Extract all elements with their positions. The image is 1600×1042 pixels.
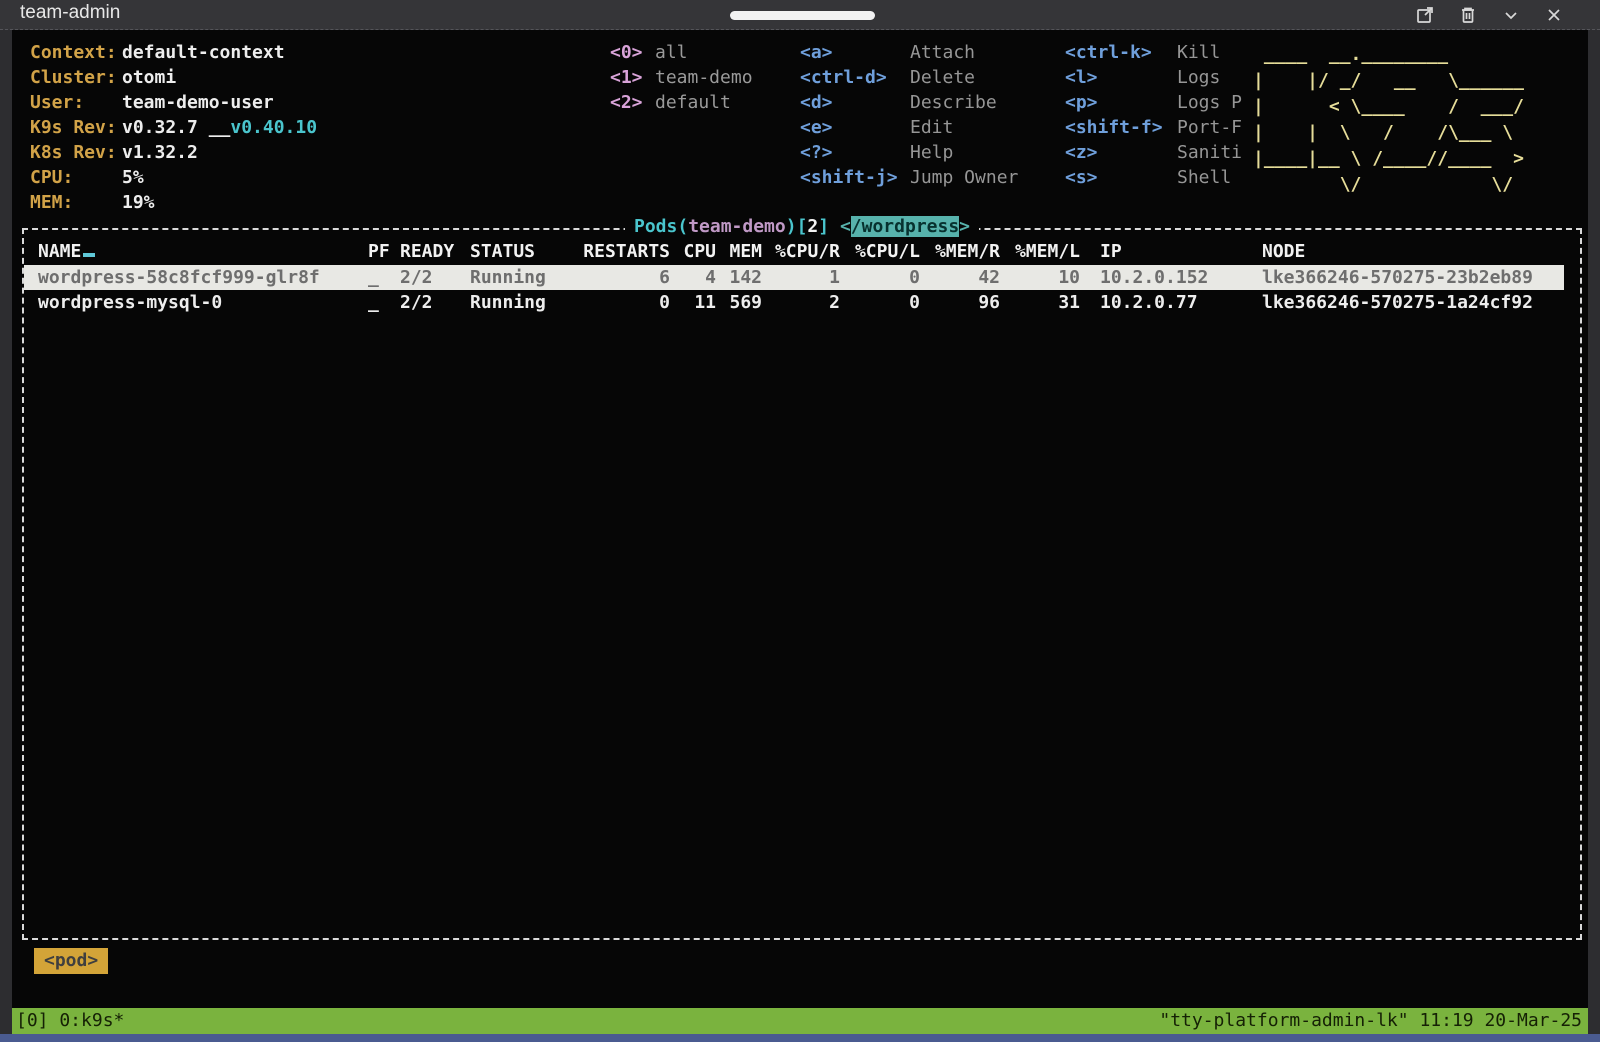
breadcrumb-pod[interactable]: <pod> — [34, 948, 108, 974]
col-header-mem-r[interactable]: %MEM/R — [920, 239, 1000, 265]
menu-item-edit[interactable]: <e>Edit — [800, 115, 1018, 140]
namespace-item-all[interactable]: <0>all — [610, 40, 753, 65]
tmux-session-window[interactable]: [0] 0:k9s* — [16, 1008, 124, 1034]
menu-item-attach[interactable]: <a>Attach — [800, 40, 1018, 65]
info-cluster: Cluster:otomi — [30, 65, 317, 90]
menu-item-kill[interactable]: <ctrl-k>Kill — [1065, 40, 1242, 65]
col-header-cpu-l[interactable]: %CPU/L — [840, 239, 920, 265]
namespace-shortcuts: <0>all <1>team-demo <2>default — [610, 40, 753, 115]
table-header-row: NAME PF READY STATUS RESTARTS CPU MEM %C… — [24, 239, 1564, 265]
info-k8s-rev: K8s Rev:v1.32.2 — [30, 140, 317, 165]
pods-panel-title: Pods(team-demo)[2] </wordpress> — [625, 216, 979, 237]
chevron-down-icon[interactable] — [1501, 5, 1521, 25]
command-menu-2: <ctrl-k>Kill <l>Logs <p>Logs P <shift-f>… — [1065, 40, 1242, 190]
window-title: team-admin — [20, 2, 120, 24]
table-row-wordpress[interactable]: wordpress-58c8fcf999-glr8f _ 2/2 Running… — [24, 265, 1564, 290]
col-header-ip[interactable]: IP — [1080, 239, 1242, 265]
col-header-cpu[interactable]: CPU — [670, 239, 716, 265]
tmux-statusbar: [0] 0:k9s* "tty-platform-admin-lk" 11:19… — [12, 1008, 1588, 1034]
tab-drag-handle[interactable] — [730, 11, 875, 20]
menu-item-logs[interactable]: <l>Logs — [1065, 65, 1242, 90]
pods-panel: Pods(team-demo)[2] </wordpress> NAME PF … — [22, 228, 1582, 940]
menu-item-sanitize[interactable]: <z>Saniti — [1065, 140, 1242, 165]
info-mem: MEM:19% — [30, 190, 317, 215]
cluster-info: Context:default-context Cluster:otomi Us… — [30, 40, 317, 215]
window-titlebar: team-admin — [0, 0, 1600, 30]
pods-table: NAME PF READY STATUS RESTARTS CPU MEM %C… — [24, 239, 1580, 315]
command-menu-1: <a>Attach <ctrl-d>Delete <d>Describe <e>… — [800, 40, 1018, 190]
col-header-name[interactable]: NAME — [38, 239, 368, 265]
col-header-node[interactable]: NODE — [1242, 239, 1564, 265]
col-header-ready[interactable]: READY — [400, 239, 470, 265]
info-context: Context:default-context — [30, 40, 317, 65]
menu-item-jump-owner[interactable]: <shift-j>Jump Owner — [800, 165, 1018, 190]
col-header-status[interactable]: STATUS — [470, 239, 574, 265]
menu-item-help[interactable]: <?>Help — [800, 140, 1018, 165]
close-icon[interactable] — [1544, 5, 1564, 25]
table-row-wordpress-mysql[interactable]: wordpress-mysql-0 _ 2/2 Running 0 11 569… — [24, 290, 1564, 315]
col-header-restarts[interactable]: RESTARTS — [574, 239, 670, 265]
sort-indicator-icon — [83, 253, 95, 257]
filter-open-bracket: < — [840, 216, 851, 237]
tmux-host-clock: "tty-platform-admin-lk" 11:19 20-Mar-25 — [1159, 1008, 1582, 1034]
trash-icon[interactable] — [1458, 5, 1478, 25]
col-header-pf[interactable]: PF — [368, 239, 400, 265]
window-bottom-edge — [0, 1034, 1600, 1042]
filter-close-bracket: > — [959, 216, 970, 237]
menu-item-logs-previous[interactable]: <p>Logs P — [1065, 90, 1242, 115]
k9s-terminal-window: team-admin Context:default-context Clust… — [0, 0, 1600, 1042]
terminal-content: Context:default-context Cluster:otomi Us… — [12, 30, 1588, 1034]
col-header-mem-l[interactable]: %MEM/L — [1000, 239, 1080, 265]
col-header-cpu-r[interactable]: %CPU/R — [762, 239, 840, 265]
filter-badge: /wordpress — [851, 216, 959, 237]
menu-item-shell[interactable]: <s>Shell — [1065, 165, 1242, 190]
menu-item-describe[interactable]: <d>Describe — [800, 90, 1018, 115]
namespace-item-team-demo[interactable]: <1>team-demo — [610, 65, 753, 90]
open-in-new-icon[interactable] — [1415, 5, 1435, 25]
namespace-item-default[interactable]: <2>default — [610, 90, 753, 115]
info-user: User:team-demo-user — [30, 90, 317, 115]
window-controls — [1415, 5, 1564, 25]
col-header-mem[interactable]: MEM — [716, 239, 762, 265]
info-k9s-rev: K9s Rev:v0.32.7 __v0.40.10 — [30, 115, 317, 140]
info-cpu: CPU:5% — [30, 165, 317, 190]
menu-item-port-forward[interactable]: <shift-f>Port-F — [1065, 115, 1242, 140]
k9s-logo: ____ __.________ | |/ _/ __ \______ | < … — [1253, 42, 1524, 198]
menu-item-delete[interactable]: <ctrl-d>Delete — [800, 65, 1018, 90]
